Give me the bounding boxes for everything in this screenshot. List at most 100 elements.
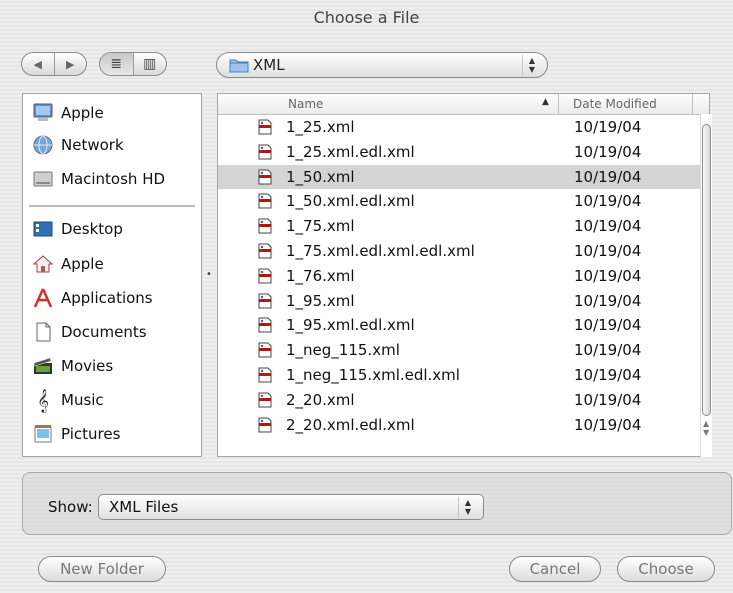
xml-file-icon	[258, 119, 272, 135]
sidebar-item-applications[interactable]: Applications	[31, 285, 196, 311]
table-row[interactable]: 1_76.xml 10/19/04	[218, 264, 709, 288]
list-view-icon: ≣	[110, 56, 123, 72]
computer-icon	[31, 101, 55, 125]
xml-file-icon	[258, 342, 272, 358]
table-row[interactable]: 1_50.xml.edl.xml 10/19/04	[218, 189, 709, 213]
file-name: 1_50.xml.edl.xml	[286, 192, 415, 211]
file-date-modified: 10/19/04	[574, 316, 642, 335]
file-name: 1_25.xml.edl.xml	[286, 142, 415, 161]
desktop-icon	[31, 217, 55, 241]
xml-file-icon	[258, 243, 272, 259]
sidebar-item-macintosh-hd[interactable]: Macintosh HD	[31, 166, 196, 192]
xml-file-icon	[258, 392, 272, 408]
table-row[interactable]: 1_95.xml 10/19/04	[218, 289, 709, 313]
applications-icon	[31, 286, 55, 310]
table-row[interactable]: 1_95.xml.edl.xml 10/19/04	[218, 313, 709, 337]
sort-ascending-icon: ▲	[542, 97, 549, 107]
sidebar: Apple Network Macintosh HD Desktop Apple…	[22, 93, 202, 457]
list-view-button[interactable]: ≣	[100, 53, 133, 75]
new-folder-button[interactable]: New Folder	[38, 556, 166, 582]
file-name: 1_75.xml.edl.xml.edl.xml	[286, 242, 475, 260]
file-date-modified: 10/19/04	[574, 341, 642, 360]
table-row[interactable]: 1_75.xml.edl.xml.edl.xml 10/19/04	[218, 239, 709, 263]
xml-file-icon	[258, 169, 272, 185]
choose-button[interactable]: Choose	[617, 556, 715, 582]
xml-file-icon	[258, 218, 272, 234]
file-date-modified: 10/19/04	[574, 142, 642, 161]
window-title: Choose a File	[313, 8, 420, 27]
column-view-button[interactable]: ▥	[132, 53, 167, 75]
file-list-header: Name ▲ Date Modified	[218, 94, 709, 115]
popup-up-glyph: ▲	[464, 498, 472, 507]
table-row[interactable]: 2_20.xml.edl.xml 10/19/04	[218, 413, 709, 437]
popup-down-glyph: ▼	[464, 507, 472, 516]
file-date-modified: 10/19/04	[574, 217, 642, 236]
sidebar-item-desktop[interactable]: Desktop	[31, 216, 196, 242]
table-row[interactable]: 2_20.xml 10/19/04	[218, 388, 709, 412]
popup-arrows-icon: ▲ ▼	[458, 497, 477, 518]
sidebar-item-apple-home[interactable]: Apple	[31, 251, 196, 277]
scroll-up-glyph: ▲	[703, 419, 710, 428]
file-date-modified: 10/19/04	[574, 118, 642, 136]
sidebar-item-network[interactable]: Network	[31, 132, 196, 158]
forward-arrow-icon: ▶	[66, 57, 75, 71]
table-row[interactable]: 1_25.xml 10/19/04	[218, 115, 709, 139]
file-name: 2_20.xml.edl.xml	[286, 415, 415, 434]
sidebar-item-apple-computer[interactable]: Apple	[31, 100, 196, 126]
view-mode-control: ≣ ▥	[99, 52, 167, 76]
column-header-name[interactable]: Name	[288, 97, 323, 111]
back-arrow-icon: ◀	[33, 57, 42, 71]
network-globe-icon	[31, 133, 55, 157]
xml-file-icon	[258, 367, 272, 383]
file-name: 1_neg_115.xml	[286, 341, 400, 360]
xml-file-icon	[258, 268, 272, 284]
cancel-button[interactable]: Cancel	[509, 556, 601, 582]
table-row[interactable]: 1_neg_115.xml.edl.xml 10/19/04	[218, 363, 709, 387]
vertical-scrollbar-thumb[interactable]	[702, 124, 711, 416]
file-date-modified: 10/19/04	[574, 291, 642, 310]
column-header-date-modified[interactable]: Date Modified	[558, 94, 657, 114]
sidebar-item-music[interactable]: 𝄞 Music	[31, 387, 196, 413]
table-row[interactable]: 1_50.xml 10/19/04	[218, 164, 709, 189]
popup-arrows-icon: ▲ ▼	[522, 55, 541, 76]
xml-file-icon	[258, 293, 272, 309]
back-button[interactable]: ◀	[22, 53, 54, 75]
sidebar-item-pictures[interactable]: Pictures	[31, 421, 196, 447]
sidebar-item-label: Desktop	[61, 220, 123, 238]
show-file-type-popup[interactable]: XML Files ▲ ▼	[98, 494, 484, 520]
splitter-grip-icon: •	[206, 269, 212, 280]
path-popup[interactable]: XML ▲ ▼	[216, 52, 548, 78]
movies-icon	[31, 354, 55, 378]
file-name: 2_20.xml	[286, 390, 355, 409]
table-row[interactable]: 1_25.xml.edl.xml 10/19/04	[218, 140, 709, 164]
sidebar-item-documents[interactable]: Documents	[31, 319, 196, 345]
sidebar-divider	[29, 205, 195, 207]
file-date-modified: 10/19/04	[574, 266, 642, 285]
scroll-down-glyph: ▼	[703, 428, 710, 437]
music-icon: 𝄞	[37, 388, 49, 412]
column-header-spacer	[692, 94, 709, 114]
file-date-modified: 10/19/04	[574, 390, 642, 409]
table-row[interactable]: 1_neg_115.xml 10/19/04	[218, 338, 709, 362]
file-name: 1_76.xml	[286, 266, 355, 285]
table-row[interactable]: 1_75.xml 10/19/04	[218, 214, 709, 238]
sidebar-item-label: Pictures	[61, 425, 121, 443]
pictures-icon	[31, 422, 55, 446]
file-date-modified: 10/19/04	[574, 192, 642, 211]
sidebar-item-movies[interactable]: Movies	[31, 353, 196, 379]
sidebar-item-label: Applications	[61, 289, 153, 307]
file-name: 1_50.xml	[286, 167, 355, 186]
sidebar-splitter[interactable]: •	[202, 93, 216, 457]
file-name: 1_95.xml	[286, 291, 355, 310]
documents-icon	[31, 320, 55, 344]
folder-icon	[229, 59, 249, 73]
path-popup-label: XML	[253, 56, 285, 74]
sidebar-item-label: Documents	[61, 323, 147, 341]
sidebar-item-label: Apple	[61, 255, 104, 273]
forward-button[interactable]: ▶	[53, 53, 87, 75]
file-name: 1_neg_115.xml.edl.xml	[286, 366, 460, 384]
popup-down-glyph: ▼	[528, 65, 536, 74]
file-list: Name ▲ Date Modified 1_25.xml 10/19/04 1_2…	[217, 93, 710, 457]
scroll-arrows-icon[interactable]: ▲ ▼	[703, 419, 709, 437]
show-label: Show:	[48, 498, 93, 516]
